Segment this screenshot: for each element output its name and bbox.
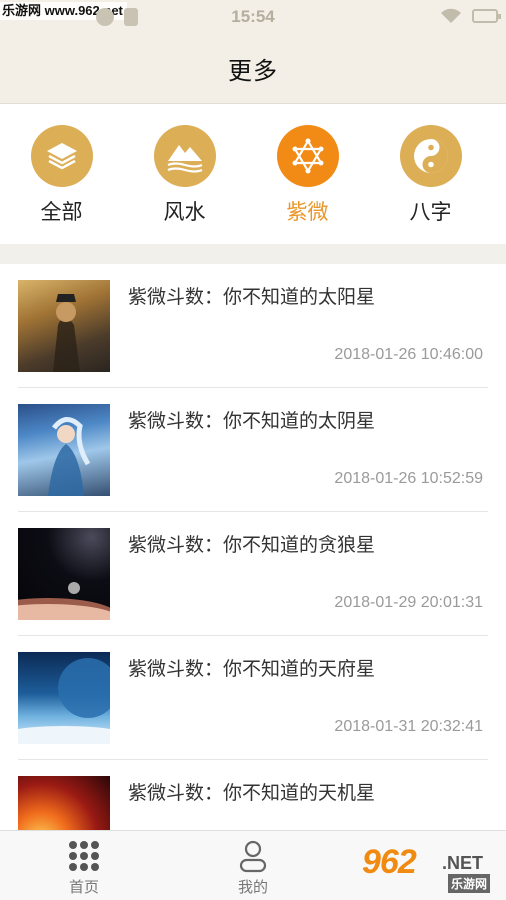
star-of-david-icon: [276, 125, 339, 187]
list-item[interactable]: 紫微斗数：你不知道的太阳星 2018-01-26 10:46:00: [0, 264, 506, 388]
list-item[interactable]: 紫微斗数：你不知道的贪狼星 2018-01-29 20:01:31: [0, 512, 506, 636]
battery-icon: [472, 9, 501, 23]
list-item[interactable]: 紫微斗数：你不知道的天府星 2018-01-31 20:32:41: [0, 636, 506, 760]
article-title: 紫微斗数：你不知道的天机星: [128, 782, 376, 804]
list-item[interactable]: 紫微斗数：你不知道的天机星: [0, 760, 506, 830]
article-title: 紫微斗数：你不知道的天府星: [128, 658, 376, 680]
category-tab-fengshui[interactable]: 风水: [123, 104, 246, 244]
logo-sub-text: 乐游网: [448, 874, 491, 893]
section-divider: [0, 244, 506, 264]
logo-net-text: .NET: [442, 853, 484, 873]
category-tabs: 全部 风水 紫微 八字: [0, 104, 506, 244]
article-thumbnail: [18, 528, 110, 620]
962-logo: 962 .NET 乐游网: [362, 843, 502, 893]
status-icons-right: [440, 8, 501, 24]
category-label: 全部: [40, 200, 83, 224]
yin-yang-icon: [399, 125, 462, 187]
article-thumbnail: [18, 776, 110, 830]
mountain-icon: [153, 125, 216, 187]
page-title: 更多: [228, 57, 278, 85]
wifi-icon: [441, 8, 461, 23]
page-header: 更多: [0, 34, 506, 104]
bottom-nav: 首页 我的 962 .NET 乐游网: [0, 830, 506, 900]
category-label: 八字: [409, 200, 452, 224]
layers-icon: [30, 125, 93, 187]
list-item[interactable]: 紫微斗数：你不知道的太阴星 2018-01-26 10:52:59: [0, 388, 506, 512]
article-time: 2018-01-26 10:46:00: [334, 346, 483, 363]
article-title: 紫微斗数：你不知道的贪狼星: [128, 534, 376, 556]
nav-home-label: 首页: [68, 878, 99, 896]
category-label: 风水: [163, 200, 206, 224]
grid-icon: [69, 841, 99, 871]
article-time: 2018-01-31 20:32:41: [334, 718, 483, 735]
logo-main-text: 962: [362, 843, 417, 881]
category-tab-ziwei[interactable]: 紫微: [246, 104, 369, 244]
article-thumbnail: [18, 404, 110, 496]
article-time: 2018-01-26 10:52:59: [334, 470, 483, 487]
nav-mine[interactable]: 我的: [169, 831, 337, 900]
category-tab-bazi[interactable]: 八字: [369, 104, 492, 244]
status-clock: 15:54: [231, 7, 275, 26]
nav-mine-label: 我的: [237, 878, 268, 896]
article-time: 2018-01-29 20:01:31: [334, 594, 483, 611]
category-label: 紫微: [286, 200, 329, 224]
article-title: 紫微斗数：你不知道的太阴星: [128, 410, 376, 432]
article-list: 紫微斗数：你不知道的太阳星 2018-01-26 10:46:00 紫微斗数：你…: [0, 264, 506, 830]
nav-home[interactable]: 首页: [0, 831, 168, 900]
user-icon: [239, 840, 267, 873]
status-bar: 乐游网 www.962.net 15:54: [0, 0, 506, 34]
article-thumbnail: [18, 652, 110, 744]
category-tab-all[interactable]: 全部: [0, 104, 123, 244]
article-title: 紫微斗数：你不知道的太阳星: [128, 286, 376, 308]
article-thumbnail: [18, 280, 110, 372]
